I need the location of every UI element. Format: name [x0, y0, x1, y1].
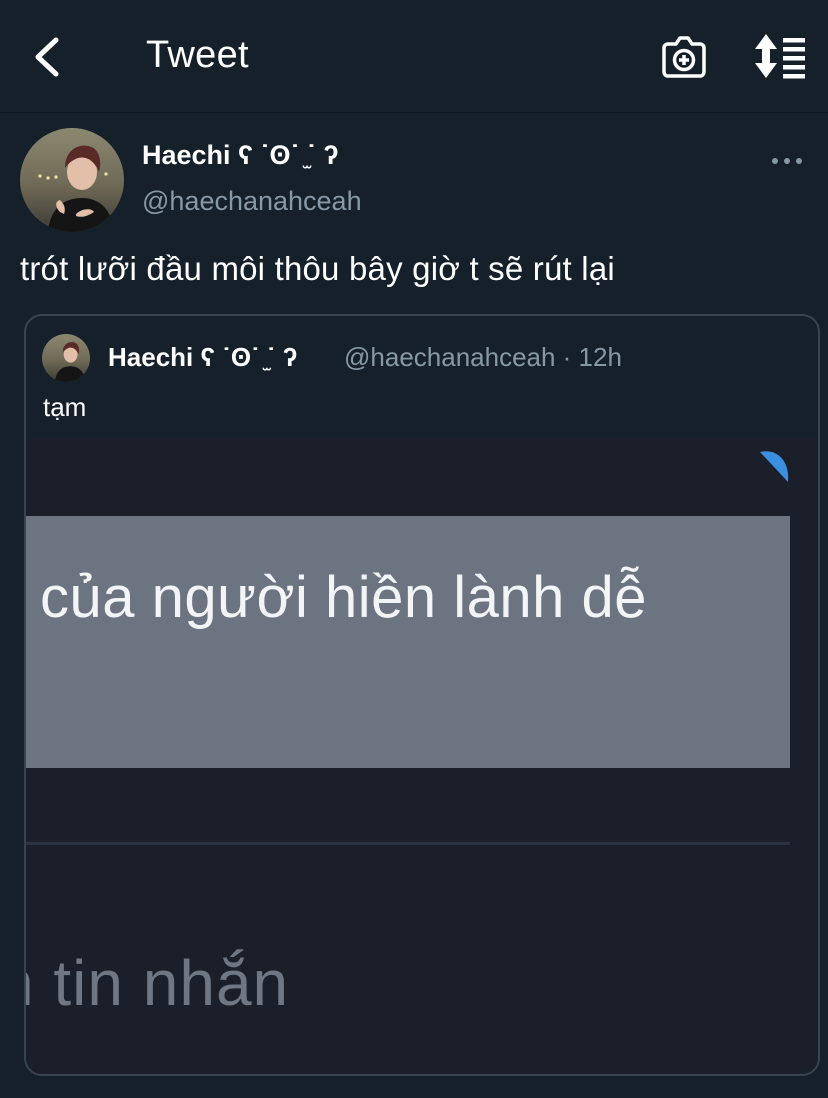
tweet-text: trót lưỡi đầu môi thôu bây giờ t sẽ rút … — [20, 250, 615, 287]
image-highlighted-text: của người hiền lành dễ — [40, 565, 648, 630]
author-handle[interactable]: @haechanahceah — [142, 186, 362, 217]
blue-corner-mark — [760, 451, 789, 482]
back-arrow-icon — [35, 37, 59, 77]
quoted-tweet-image[interactable]: của người hiền lành dễ n tin nhắn — [26, 438, 818, 1074]
add-photo-button[interactable] — [660, 34, 708, 80]
quoted-tweet-text: tạm — [43, 392, 87, 422]
top-navigation-bar: Tweet — [0, 0, 828, 113]
author-avatar[interactable] — [20, 128, 124, 232]
tweet-detail-screen: Tweet Haechi ʕ ˙ʘ˙ ̫˙ ʔ @haechanahceah t… — [0, 0, 828, 1098]
quoted-author-name: Haechi ʕ ˙ʘ˙ ̫˙ ʔ — [108, 342, 298, 372]
image-bottom-text: n tin nhắn — [26, 947, 290, 1019]
quoted-author-avatar[interactable] — [42, 334, 90, 382]
sort-replies-button[interactable] — [752, 32, 808, 80]
image-divider — [26, 842, 790, 845]
quoted-handle-and-time: @haechanahceah · 12h — [344, 342, 622, 372]
more-options-button[interactable] — [770, 150, 804, 172]
back-button[interactable] — [22, 30, 72, 84]
profile-photo — [42, 334, 90, 382]
sort-icon — [755, 34, 805, 79]
image-highlighted-text-block: của người hiền lành dễ — [26, 516, 790, 768]
add-photo-icon — [662, 36, 706, 78]
page-title: Tweet — [146, 34, 249, 76]
author-name[interactable]: Haechi ʕ ˙ʘ˙ ̫˙ ʔ — [142, 140, 339, 171]
more-icon — [772, 158, 802, 164]
quoted-tweet-card[interactable]: Haechi ʕ ˙ʘ˙ ̫˙ ʔ @haechanahceah · 12h t… — [24, 314, 820, 1076]
profile-photo — [20, 128, 124, 232]
